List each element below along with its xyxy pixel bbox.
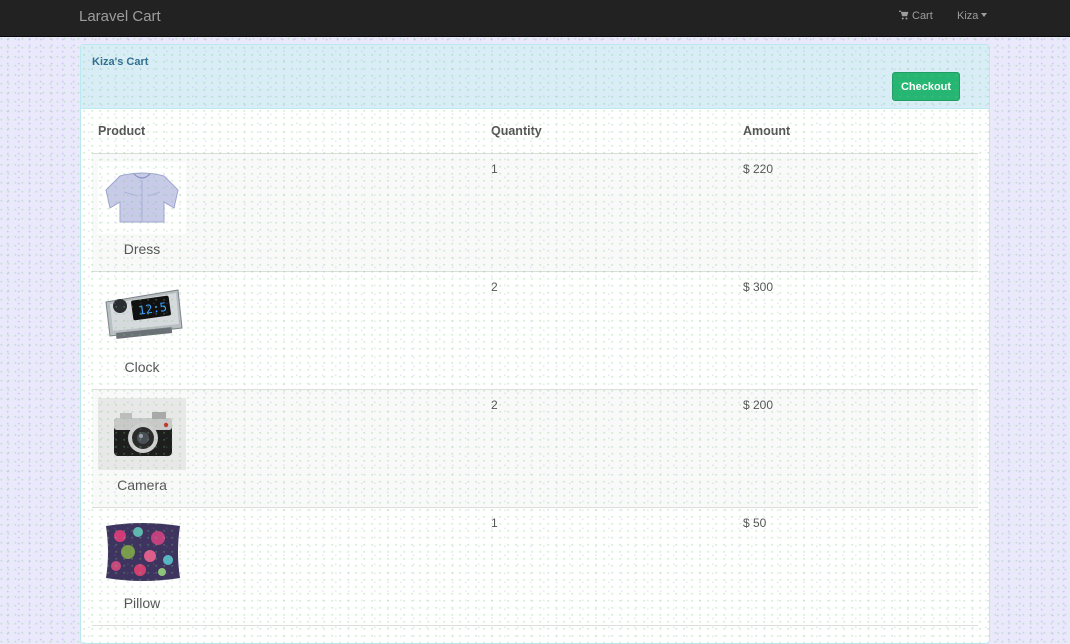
panel-heading: Kiza's Cart Checkout: [81, 45, 989, 109]
dress-image: [98, 161, 186, 234]
product-name: Dress: [123, 240, 161, 257]
product-cell: 12:5 Clock: [92, 271, 485, 390]
amount-cell: $ 50: [737, 507, 978, 626]
product-cell: Pillow: [92, 507, 485, 626]
table-header-row: Product Quantity Amount: [92, 109, 978, 154]
amount-cell: $ 300: [737, 271, 978, 390]
checkout-button[interactable]: Checkout: [892, 72, 960, 101]
quantity-cell: 1: [485, 153, 737, 272]
table-row: Dress 1 $ 220: [92, 153, 978, 272]
camera-image: [98, 397, 186, 470]
product-cell: Camera: [92, 389, 485, 508]
amount-cell: $ 220: [737, 153, 978, 272]
quantity-cell: 1: [485, 507, 737, 626]
table-row: Pillow 1 $ 50: [92, 507, 978, 626]
brand-link[interactable]: Laravel Cart: [79, 8, 161, 25]
product-name: Clock: [124, 358, 160, 375]
product-name: Camera: [117, 476, 167, 493]
panel-title: Kiza's Cart: [92, 56, 149, 68]
shopping-cart-icon: [899, 10, 909, 20]
user-dropdown-toggle[interactable]: Kiza: [957, 10, 988, 22]
product-name: Pillow: [123, 594, 161, 611]
user-name-label: Kiza: [957, 10, 979, 22]
nav-cart-label: Cart: [912, 10, 933, 22]
nav-cart-link[interactable]: Cart: [899, 10, 933, 22]
caret-down-icon: [981, 13, 988, 17]
product-column-header: Product: [92, 109, 485, 154]
product-cell: Dress: [92, 153, 485, 272]
table-row: Camera 2 $ 200: [92, 389, 978, 508]
table-row: 12:5 Clock 2 $ 300: [92, 271, 978, 390]
cart-panel: Kiza's Cart Checkout Product Quantity Am…: [80, 44, 990, 644]
quantity-column-header: Quantity: [485, 109, 737, 154]
clock-image: 12:5: [98, 279, 186, 352]
amount-cell: $ 200: [737, 389, 978, 508]
top-navbar: Laravel Cart Cart Kiza: [0, 0, 1070, 37]
quantity-cell: 2: [485, 271, 737, 390]
cart-table: Product Quantity Amount Dress 1 $ 220 12…: [92, 109, 978, 626]
amount-column-header: Amount: [737, 109, 978, 154]
quantity-cell: 2: [485, 389, 737, 508]
pillow-image: [98, 515, 186, 588]
